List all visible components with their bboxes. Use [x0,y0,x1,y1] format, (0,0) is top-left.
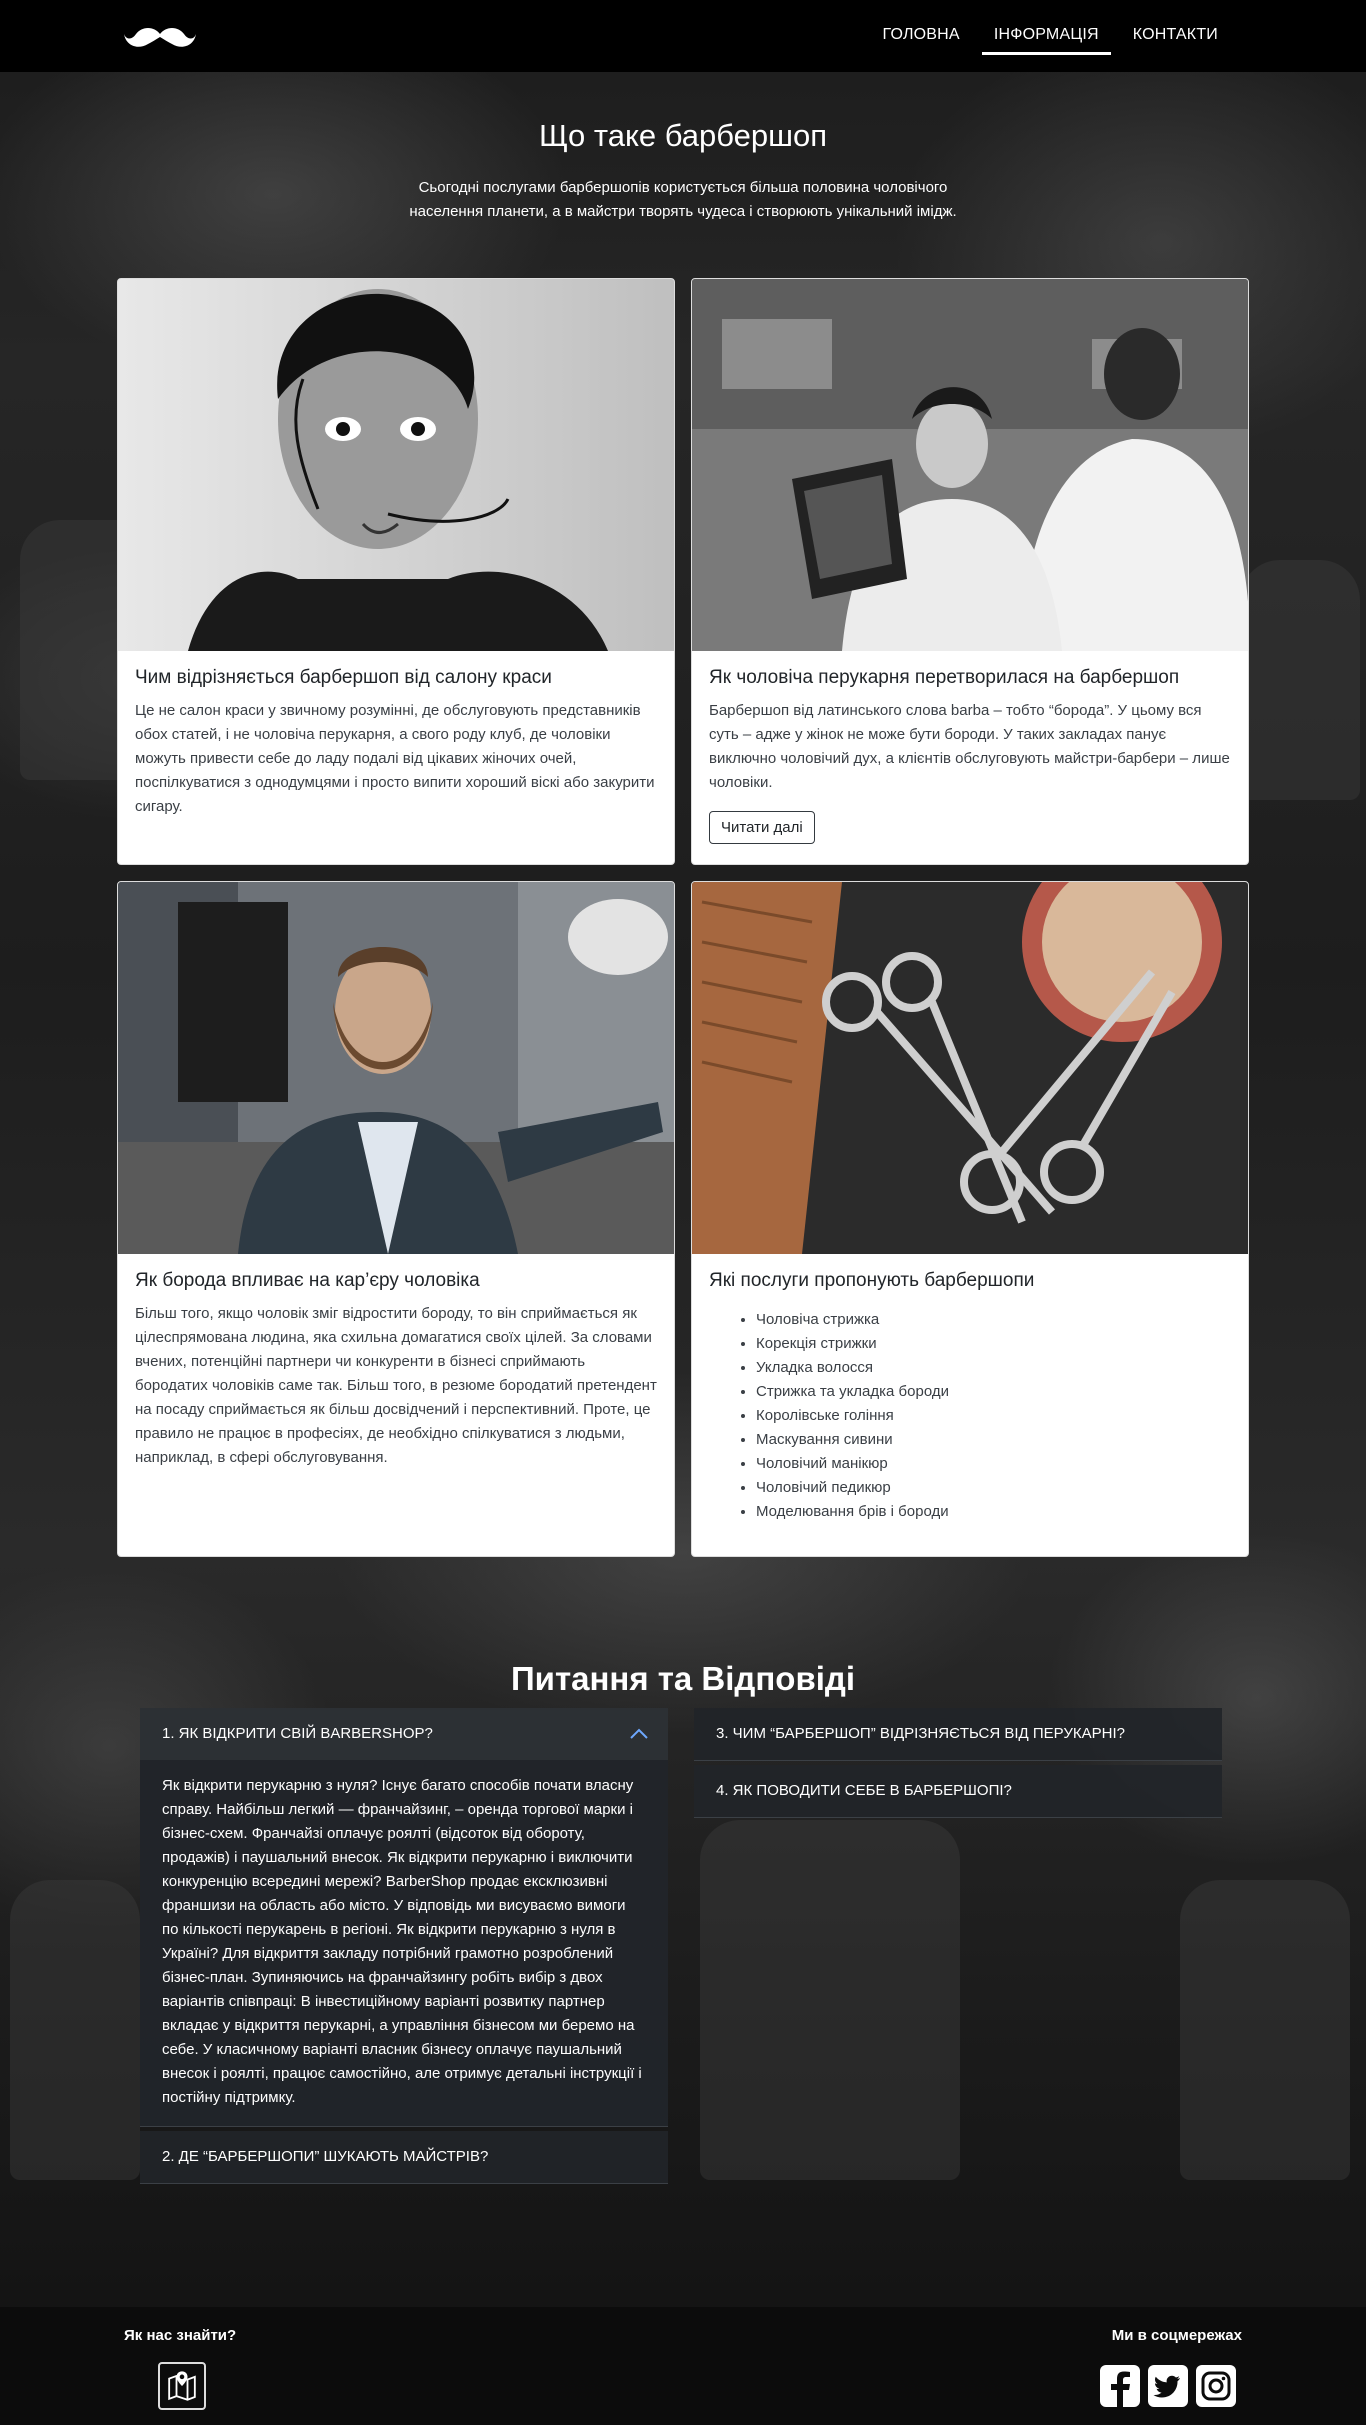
faq-title: Питання та Відповіді [510,1660,856,1697]
nav-item-home[interactable]: ГОЛОВНА [871,22,972,55]
chevron-up-icon [630,1728,648,1739]
card-image-vintage-barber [692,279,1248,651]
accordion-header-label: 3. ЧИМ “БАРБЕРШОП” ВІДРІЗНЯЄТЬСЯ ВІД ПЕР… [716,1725,1125,1742]
top-navbar: ГОЛОВНА ІНФОРМАЦІЯ КОНТАКТИ [0,0,1366,72]
card-text: Барбершоп від латинського слова barba – … [709,702,1230,791]
article-card: Які послуги пропонують барбершопи Чолові… [691,881,1249,1557]
accordion-item: 3. ЧИМ “БАРБЕРШОП” ВІДРІЗНЯЄТЬСЯ ВІД ПЕР… [694,1708,1222,1761]
intro-text: Сьогодні послугами барбершопів користуєт… [409,179,957,220]
card-text: Це не салон краси у звичному розумінні, … [135,702,655,815]
accordion-header-find-masters[interactable]: 2. ДЕ “БАРБЕРШОПИ” ШУКАЮТЬ МАЙСТРІВ? [140,2131,668,2183]
card-title: Як борода впливає на кар’єру чоловіка [135,1270,480,1291]
list-item: Моделювання брів і бороди [756,1500,1231,1524]
background-chair-shape [1240,560,1360,800]
card-text: Більш того, якщо чоловік зміг відростити… [135,1305,657,1466]
intro-section: Що таке барбершоп Сьогодні послугами бар… [0,118,1366,224]
read-more-button[interactable]: Читати далі [709,811,815,844]
facebook-icon[interactable] [1098,2362,1142,2410]
page-title: Що таке барбершоп [538,118,828,153]
faq-accordion-right: 3. ЧИМ “БАРБЕРШОП” ВІДРІЗНЯЄТЬСЯ ВІД ПЕР… [694,1708,1222,1818]
social-title: Ми в соцмережах [1111,2327,1242,2344]
list-item: Корекція стрижки [756,1332,1231,1356]
accordion-item: 2. ДЕ “БАРБЕРШОПИ” ШУКАЮТЬ МАЙСТРІВ? [140,2131,668,2184]
nav-item-info[interactable]: ІНФОРМАЦІЯ [981,22,1111,55]
main-nav: ГОЛОВНА ІНФОРМАЦІЯ КОНТАКТИ [861,22,1230,55]
list-item: Укладка волосся [756,1356,1231,1380]
list-item: Стрижка та укладка бороди [756,1380,1231,1404]
list-item: Маскування сивини [756,1428,1231,1452]
find-us-title: Як нас знайти? [124,2327,237,2344]
background-chair-shape [1180,1880,1350,2180]
nav-item-contacts[interactable]: КОНТАКТИ [1121,22,1230,55]
map-icon[interactable] [158,2362,206,2410]
footer: Як нас знайти? Ми в соцмережах [0,2307,1366,2425]
instagram-icon[interactable] [1194,2362,1238,2410]
background-chair-shape [10,1880,140,2180]
mustache-logo-icon[interactable] [124,24,196,50]
card-title: Які послуги пропонують барбершопи [709,1270,1035,1291]
article-card: Як борода впливає на кар’єру чоловіка Бі… [117,881,675,1557]
list-item: Чоловічий педикюр [756,1476,1231,1500]
accordion-header-label: 4. ЯК ПОВОДИТИ СЕБЕ В БАРБЕРШОПІ? [716,1782,1012,1799]
twitter-icon[interactable] [1146,2362,1190,2410]
article-card: Чим відрізняється барбершоп від салону к… [117,278,675,865]
card-image-portrait-mustache [118,279,674,651]
social-links [1098,2362,1238,2410]
card-title: Як чоловіча перукарня перетворилася на б… [709,667,1180,688]
accordion-header-behavior[interactable]: 4. ЯК ПОВОДИТИ СЕБЕ В БАРБЕРШОПІ? [694,1765,1222,1817]
accordion-header-difference[interactable]: 3. ЧИМ “БАРБЕРШОП” ВІДРІЗНЯЄТЬСЯ ВІД ПЕР… [694,1708,1222,1760]
list-item: Чоловічий манікюр [756,1452,1231,1476]
accordion-item: 4. ЯК ПОВОДИТИ СЕБЕ В БАРБЕРШОПІ? [694,1765,1222,1818]
card-image-bearded-man [118,882,674,1254]
background-chair-shape [700,1820,960,2180]
card-title: Чим відрізняється барбершоп від салону к… [135,667,552,688]
accordion-body: Як відкрити перукарню з нуля? Існує бага… [140,1760,668,2126]
accordion-item: 1. ЯК ВІДКРИТИ СВІЙ BARBERSHOP? Як відкр… [140,1708,668,2127]
accordion-header-label: 1. ЯК ВІДКРИТИ СВІЙ BARBERSHOP? [162,1725,433,1742]
services-list: Чоловіча стрижка Корекція стрижки Укладк… [709,1308,1231,1524]
accordion-header-open-barbershop[interactable]: 1. ЯК ВІДКРИТИ СВІЙ BARBERSHOP? [140,1708,668,1760]
faq-accordion-left: 1. ЯК ВІДКРИТИ СВІЙ BARBERSHOP? Як відкр… [140,1708,668,2184]
list-item: Чоловіча стрижка [756,1308,1231,1332]
card-image-scissors-tools [692,882,1248,1254]
article-card: Як чоловіча перукарня перетворилася на б… [691,278,1249,865]
accordion-header-label: 2. ДЕ “БАРБЕРШОПИ” ШУКАЮТЬ МАЙСТРІВ? [162,2148,489,2165]
list-item: Королівське гоління [756,1404,1231,1428]
